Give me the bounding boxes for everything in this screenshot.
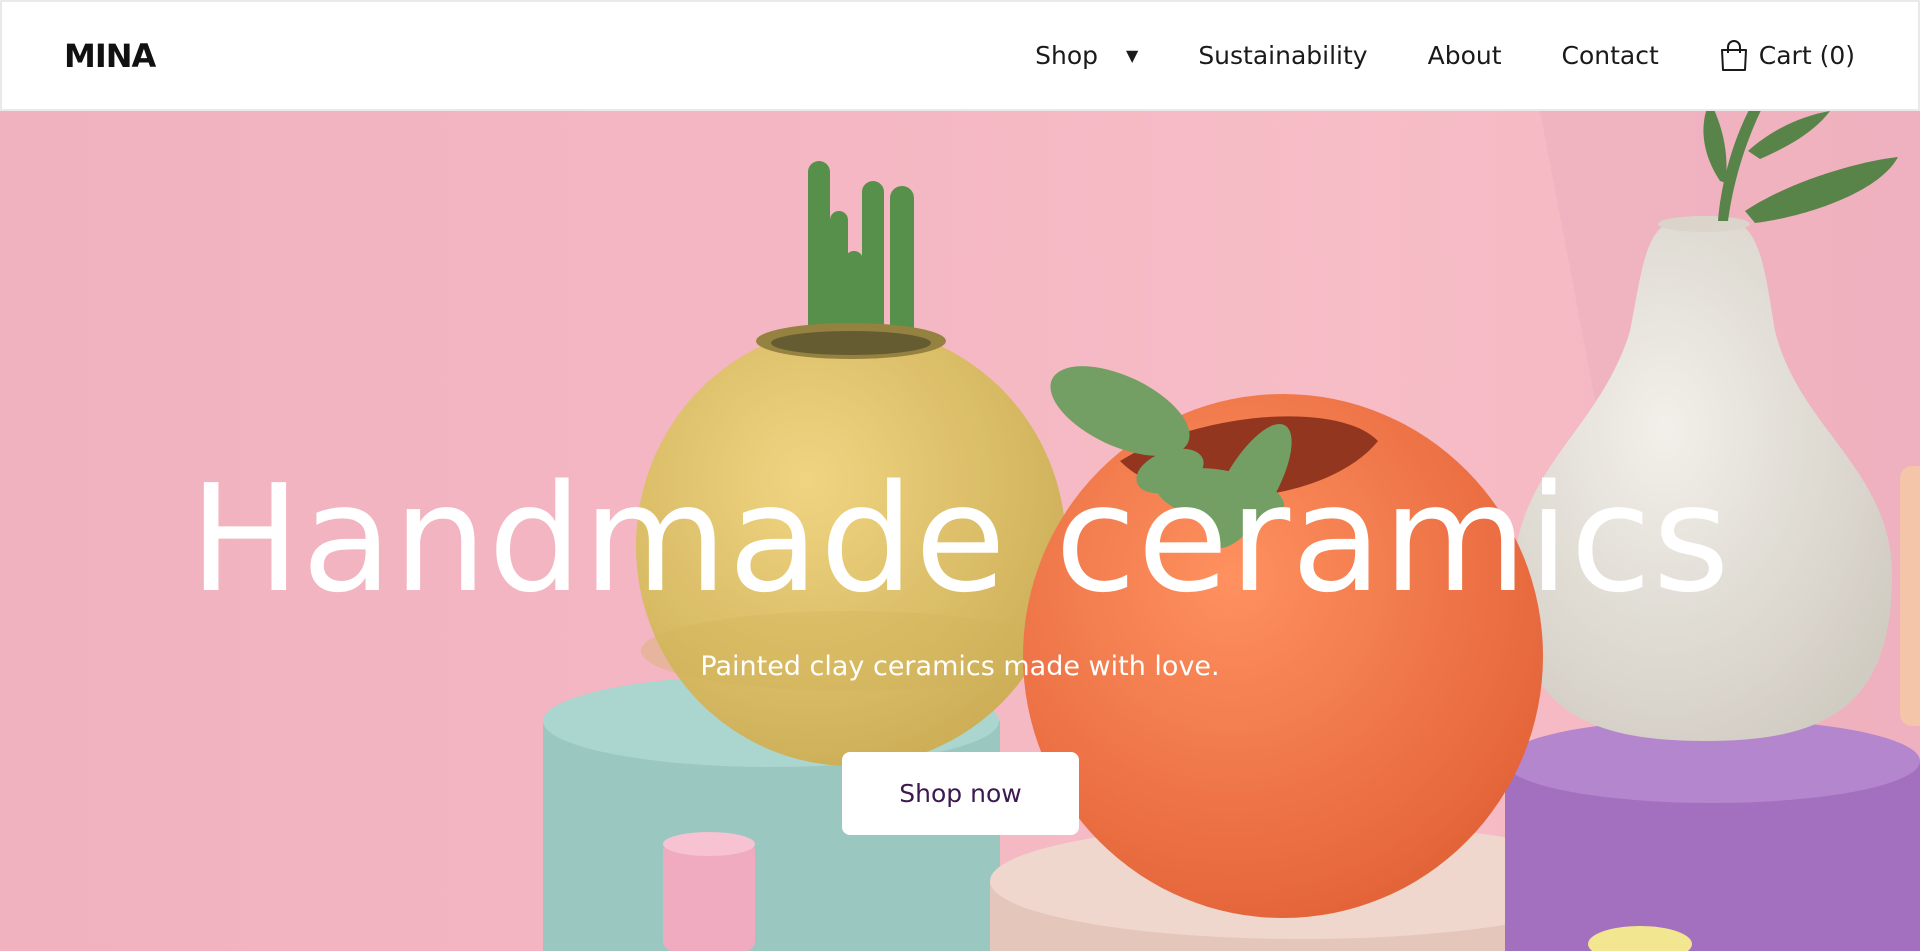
- nav-about-label: About: [1427, 41, 1502, 70]
- shop-now-button[interactable]: Shop now: [842, 752, 1079, 835]
- nav-sustainability[interactable]: Sustainability: [1198, 41, 1367, 70]
- shopping-bag-icon: [1720, 39, 1747, 71]
- cart-label: Cart (0): [1758, 41, 1855, 70]
- hero-subtitle: Painted clay ceramics made with love.: [700, 651, 1220, 682]
- caret-down-icon[interactable]: ▼: [1126, 46, 1138, 65]
- nav-about[interactable]: About: [1428, 41, 1502, 70]
- nav-contact-label: Contact: [1561, 41, 1659, 70]
- hero-title: Handmade ceramics: [189, 453, 1731, 625]
- site-header: MINA Shop ▼ Sustainability About Contact…: [0, 0, 1920, 111]
- cart-link[interactable]: Cart (0): [1719, 39, 1855, 72]
- main-nav: Shop ▼ Sustainability About Contact Cart…: [1035, 39, 1855, 72]
- brand-logo[interactable]: MINA: [64, 37, 156, 75]
- hero-section: Handmade ceramics Painted clay ceramics …: [0, 111, 1920, 951]
- nav-shop[interactable]: Shop ▼: [1035, 41, 1138, 70]
- nav-sustainability-label: Sustainability: [1198, 41, 1368, 70]
- nav-contact[interactable]: Contact: [1562, 41, 1659, 70]
- nav-shop-label: Shop: [1035, 41, 1098, 70]
